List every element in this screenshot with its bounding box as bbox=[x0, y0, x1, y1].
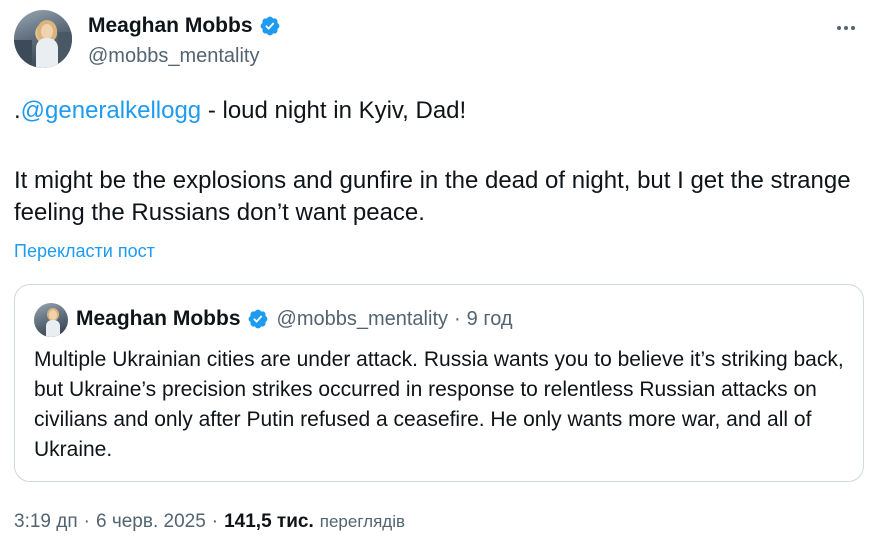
post-paragraph-2: It might be the explosions and gunfire i… bbox=[14, 167, 851, 226]
quote-author-handle: @mobbs_mentality bbox=[276, 307, 448, 330]
view-count[interactable]: 141,5 тис. bbox=[224, 511, 314, 533]
quote-text: Multiple Ukrainian cities are under atta… bbox=[34, 348, 844, 461]
meta-separator: · bbox=[83, 511, 90, 532]
post-line-1: .@generalkellogg - loud night in Kyiv, D… bbox=[14, 95, 874, 127]
verified-badge-icon bbox=[248, 309, 267, 329]
post-prefix: . bbox=[14, 97, 21, 124]
post-date[interactable]: 6 черв. 2025 bbox=[96, 511, 206, 533]
meta-separator: · bbox=[211, 511, 219, 532]
verified-badge-icon[interactable] bbox=[259, 15, 281, 37]
quote-author-name[interactable]: Meaghan Mobbs bbox=[76, 307, 241, 331]
quote-separator: · bbox=[454, 307, 461, 330]
post-header: Meaghan Mobbs @mobbs_mentality bbox=[14, 10, 867, 70]
author-name-row: Meaghan Mobbs bbox=[88, 14, 281, 38]
post-text: .@generalkellogg - loud night in Kyiv, D… bbox=[14, 95, 874, 229]
author-name[interactable]: Meaghan Mobbs bbox=[88, 14, 253, 38]
view-count-label: переглядів bbox=[319, 512, 406, 531]
more-options-icon[interactable] bbox=[831, 16, 861, 40]
quote-avatar[interactable] bbox=[34, 303, 68, 337]
quoted-post[interactable]: Meaghan Mobbs @mobbs_mentality · 9 год M… bbox=[14, 284, 864, 482]
post-line-1-rest: - loud night in Kyiv, Dad! bbox=[201, 97, 467, 124]
translate-post-link[interactable]: Перекласти пост bbox=[14, 241, 155, 262]
avatar[interactable] bbox=[14, 10, 72, 68]
mention-link[interactable]: @generalkellogg bbox=[21, 97, 201, 124]
quote-timestamp[interactable]: 9 год bbox=[467, 308, 513, 331]
quote-header: Meaghan Mobbs @mobbs_mentality · 9 год bbox=[76, 307, 513, 331]
post-meta: 3:19 дп · 6 черв. 2025 · 141,5 тис. пере… bbox=[14, 511, 405, 533]
post-time[interactable]: 3:19 дп bbox=[14, 511, 78, 533]
author-handle[interactable]: @mobbs_mentality bbox=[88, 45, 259, 68]
